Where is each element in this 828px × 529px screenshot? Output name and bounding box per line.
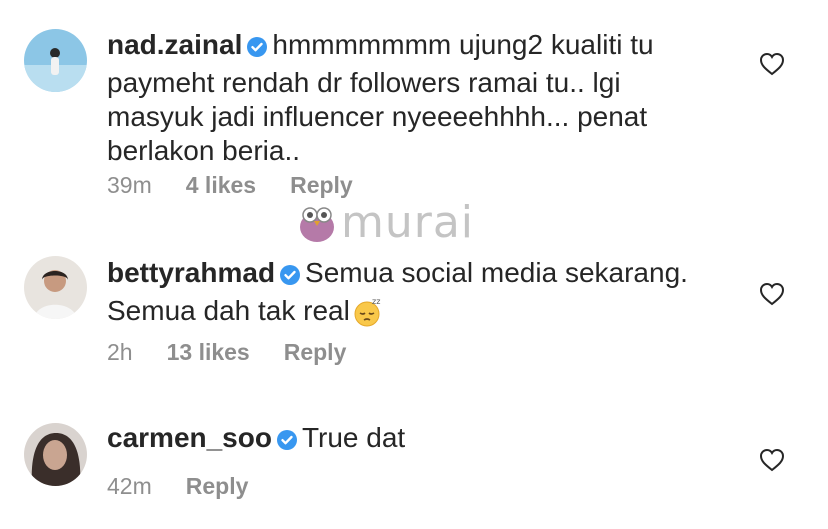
reply-button[interactable]: Reply [290,172,353,199]
avatar[interactable] [24,256,87,319]
likes-count[interactable]: 4 likes [186,172,256,199]
username[interactable]: nad.zainal [107,29,242,60]
timestamp[interactable]: 42m [107,473,152,500]
verified-badge-icon [246,32,268,66]
watermark: murai [297,197,474,248]
reply-button[interactable]: Reply [284,339,347,366]
verified-badge-icon [276,425,298,459]
likes-count[interactable]: 13 likes [167,339,250,366]
reply-button[interactable]: Reply [186,473,249,500]
timestamp[interactable]: 2h [107,339,133,366]
username[interactable]: carmen_soo [107,422,272,453]
comment-text: True dat [301,422,406,453]
watermark-text: murai [341,197,475,248]
verified-badge-icon [279,260,301,294]
heart-icon[interactable] [759,282,785,306]
avatar[interactable] [24,423,87,486]
timestamp[interactable]: 39m [107,172,152,199]
sleepy-face-emoji-icon: zz [352,296,384,336]
avatar[interactable] [24,29,87,92]
heart-icon[interactable] [759,448,785,472]
svg-text:zz: zz [372,297,380,306]
heart-icon[interactable] [759,52,785,76]
bird-logo-icon [300,206,334,242]
username[interactable]: bettyrahmad [107,257,275,288]
